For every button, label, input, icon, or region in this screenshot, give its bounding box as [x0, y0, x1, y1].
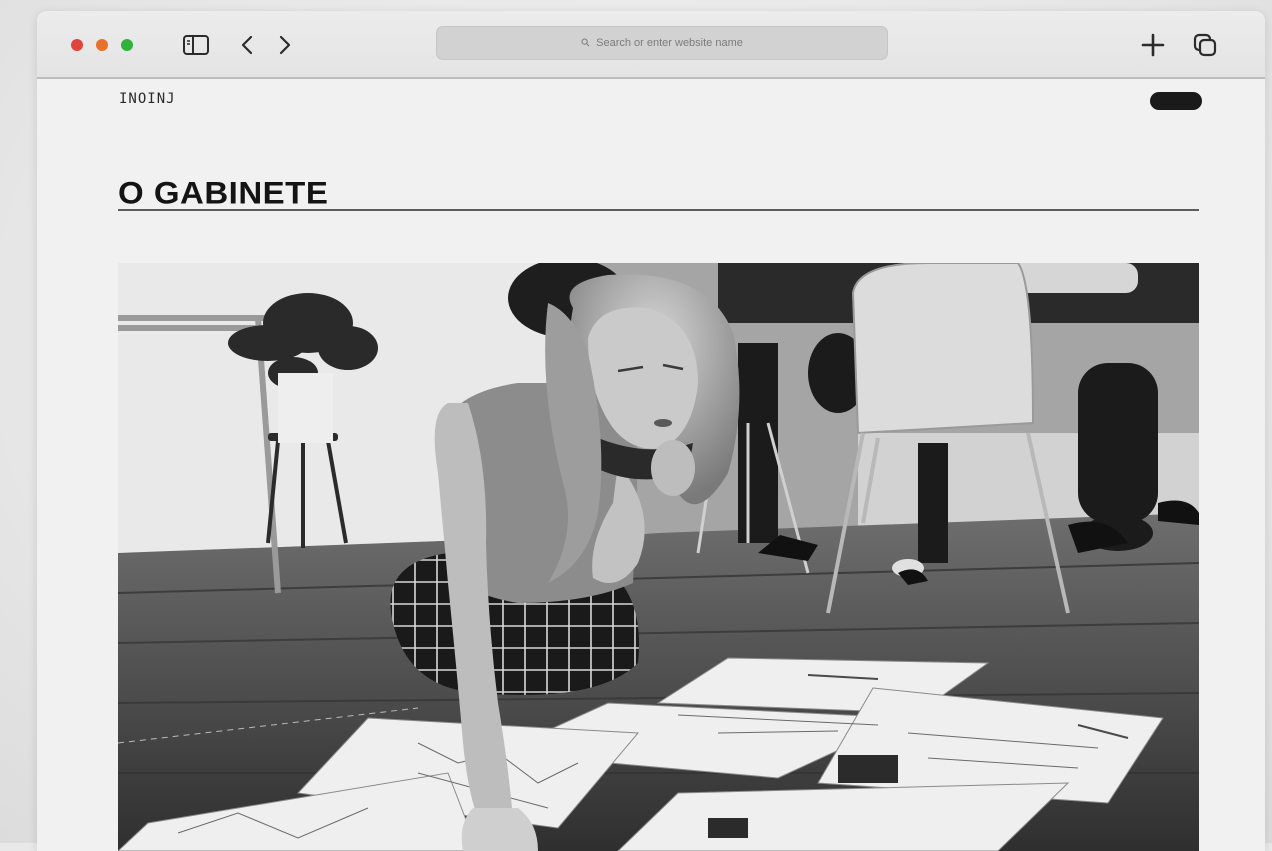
site-logo[interactable]: INOINJ [119, 91, 176, 107]
page-title: O GABINETE [118, 174, 329, 211]
browser-window: Search or enter website name INOINJ O GA… [37, 11, 1265, 851]
browser-toolbar: Search or enter website name [37, 11, 1265, 79]
chevron-right-icon[interactable] [273, 33, 297, 57]
tabs-icon[interactable] [1189, 33, 1221, 57]
sidebar-icon[interactable] [181, 33, 211, 57]
address-bar[interactable]: Search or enter website name [436, 26, 888, 60]
web-page: INOINJ O GABINETE [37, 79, 1265, 851]
close-window-button[interactable] [71, 39, 83, 51]
search-icon [581, 34, 590, 52]
hero-image [118, 263, 1199, 851]
plus-icon[interactable] [1137, 33, 1169, 57]
address-placeholder: Search or enter website name [596, 37, 743, 49]
minimize-window-button[interactable] [96, 39, 108, 51]
zoom-window-button[interactable] [121, 39, 133, 51]
title-divider [118, 209, 1199, 211]
chevron-left-icon[interactable] [235, 33, 259, 57]
menu-button[interactable] [1150, 92, 1202, 110]
